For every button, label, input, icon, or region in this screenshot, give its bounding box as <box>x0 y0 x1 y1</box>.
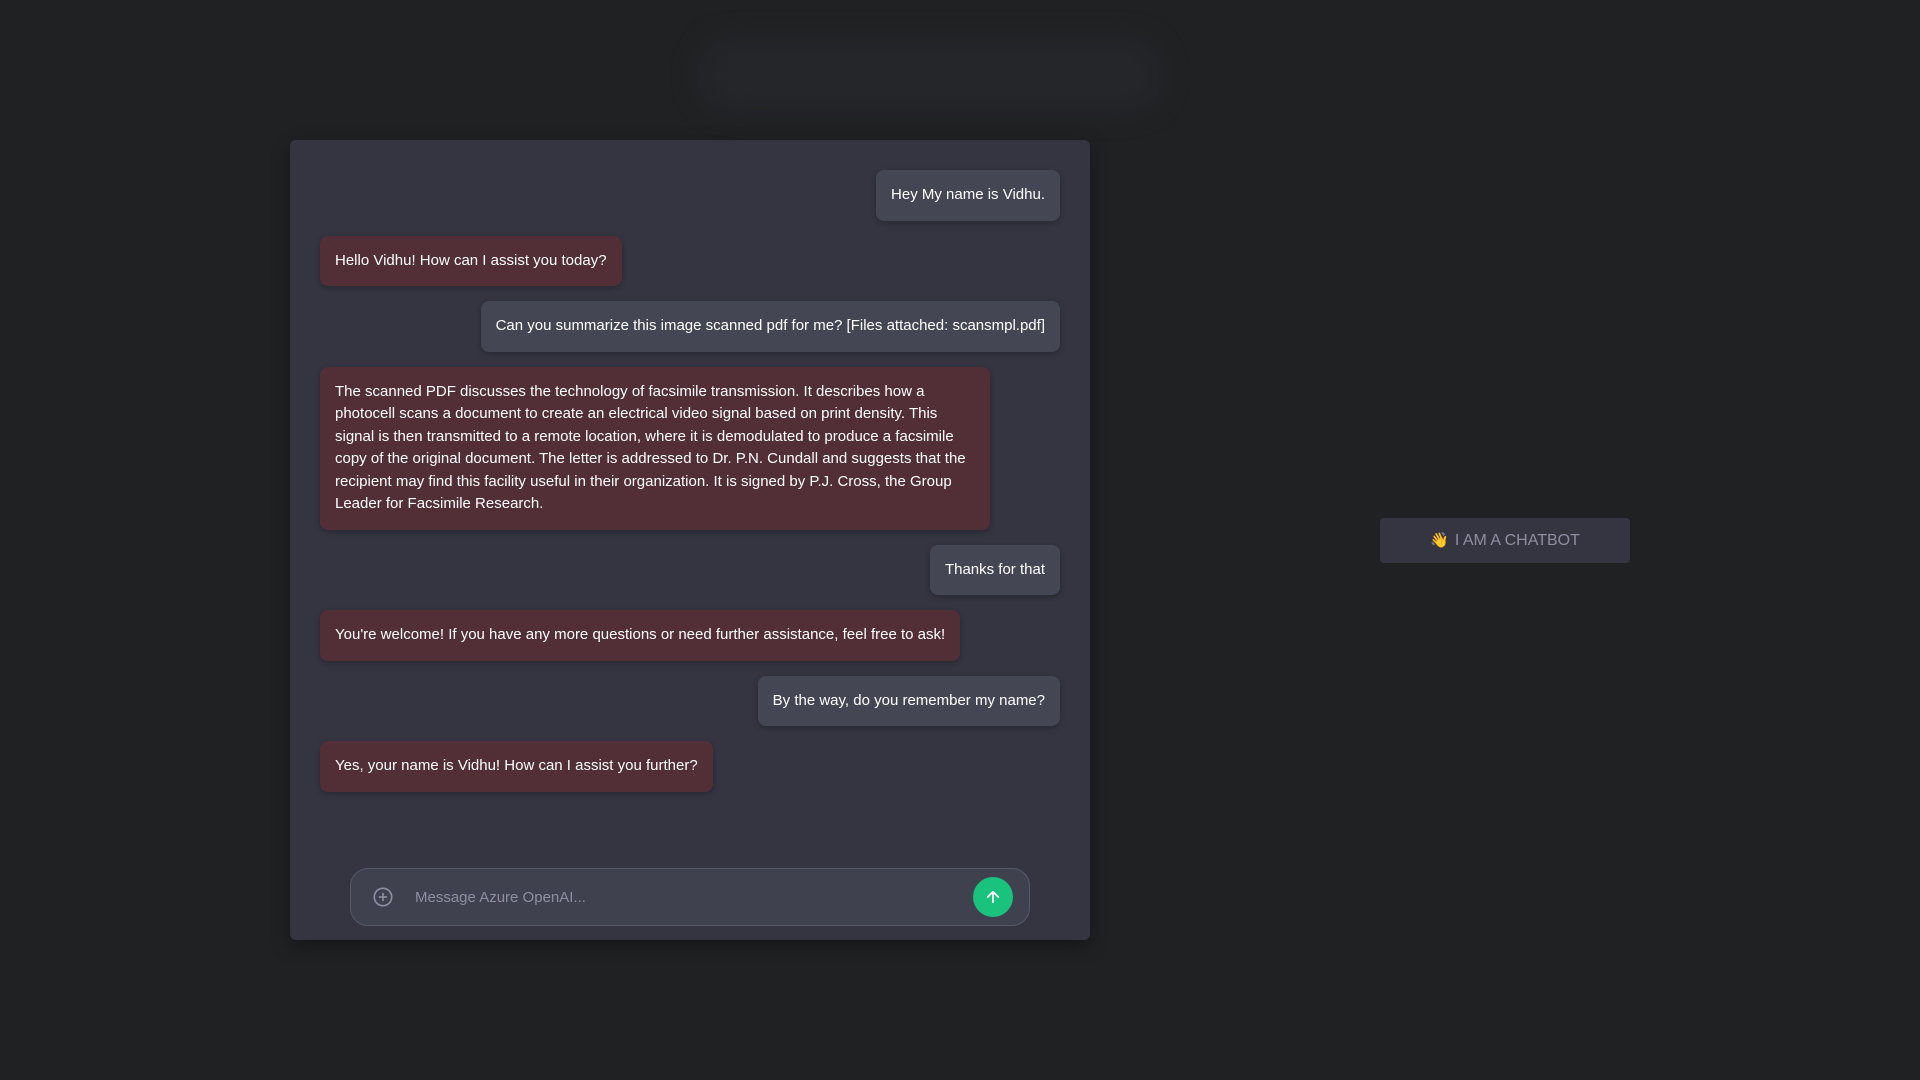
arrow-up-icon <box>986 890 1000 904</box>
bot-message: You're welcome! If you have any more que… <box>320 610 961 661</box>
message-composer <box>350 868 1030 926</box>
waving-hand-icon: 👋 <box>1430 532 1449 549</box>
chatbot-badge-button[interactable]: 👋 I AM A CHATBOT <box>1380 518 1630 563</box>
message-list: Hey My name is Vidhu. Hello Vidhu! How c… <box>320 170 1060 792</box>
blurred-header <box>700 40 1160 110</box>
plus-circle-icon <box>373 887 393 907</box>
user-message: Thanks for that <box>929 544 1060 595</box>
bot-message: Yes, your name is Vidhu! How can I assis… <box>320 741 713 792</box>
user-message: By the way, do you remember my name? <box>757 675 1060 726</box>
chat-panel: Hey My name is Vidhu. Hello Vidhu! How c… <box>290 140 1090 940</box>
user-message: Hey My name is Vidhu. <box>876 170 1060 221</box>
message-input[interactable] <box>413 876 973 918</box>
send-button[interactable] <box>973 877 1013 917</box>
chatbot-badge-label: I AM A CHATBOT <box>1454 531 1580 549</box>
user-message: Can you summarize this image scanned pdf… <box>480 301 1060 352</box>
bot-message: The scanned PDF discusses the technology… <box>320 366 990 530</box>
bot-message: Hello Vidhu! How can I assist you today? <box>320 235 622 286</box>
attach-file-button[interactable] <box>371 885 395 909</box>
